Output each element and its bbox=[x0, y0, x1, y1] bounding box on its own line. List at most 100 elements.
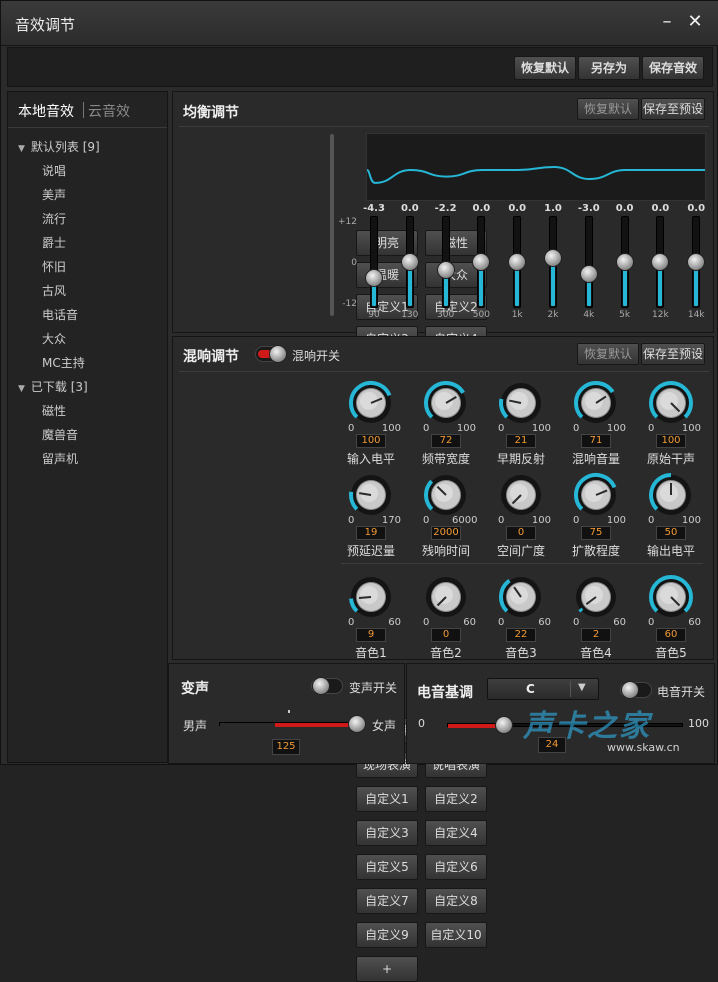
eq-band-value: 0.0 bbox=[687, 203, 706, 214]
knob-value[interactable]: 22 bbox=[506, 628, 536, 642]
reverb-knob[interactable] bbox=[648, 472, 694, 518]
reverb-knob[interactable] bbox=[648, 574, 694, 620]
reverb-toggle[interactable] bbox=[255, 345, 287, 363]
eq-band-fill bbox=[658, 266, 663, 306]
reverb-preset-button[interactable]: 自定义9 bbox=[356, 922, 418, 948]
knob-value[interactable]: 71 bbox=[581, 434, 611, 448]
sidebar-item[interactable]: 古风 bbox=[42, 282, 66, 299]
base-tone-title: 电音基调 bbox=[417, 685, 473, 701]
reverb-knob[interactable] bbox=[348, 380, 394, 426]
reverb-preset-button[interactable]: 自定义4 bbox=[425, 820, 487, 846]
sidebar-item[interactable]: 大众 bbox=[42, 330, 66, 347]
reverb-knob[interactable] bbox=[573, 472, 619, 518]
reverb-knob[interactable] bbox=[573, 380, 619, 426]
sidebar-item[interactable]: 留声机 bbox=[42, 450, 78, 467]
eq-band-fill bbox=[551, 262, 555, 306]
sidebar-item[interactable]: 电话音 bbox=[42, 306, 78, 323]
knob-value[interactable]: 100 bbox=[656, 434, 686, 448]
reverb-knob[interactable] bbox=[498, 574, 544, 620]
reverb-preset-button[interactable]: 自定义8 bbox=[425, 888, 487, 914]
sidebar-group-label: 默认列表 [9] bbox=[30, 140, 100, 154]
reverb-preset-button[interactable]: 自定义6 bbox=[425, 854, 487, 880]
knob-value[interactable]: 100 bbox=[356, 434, 386, 448]
base-tone-toggle[interactable] bbox=[620, 681, 652, 699]
knob-value[interactable]: 0 bbox=[431, 628, 461, 642]
knob-dial bbox=[499, 577, 541, 617]
knob-value[interactable]: 60 bbox=[656, 628, 686, 642]
eq-band-thumb[interactable] bbox=[400, 253, 419, 271]
reverb-knob[interactable] bbox=[573, 574, 619, 620]
voice-change-slider-thumb[interactable] bbox=[348, 715, 366, 733]
reverb-preset-button[interactable]: 自定义5 bbox=[356, 854, 418, 880]
reverb-preset-button[interactable]: 自定义2 bbox=[425, 786, 487, 812]
eq-band-thumb[interactable] bbox=[436, 261, 455, 280]
eq-band-frequency: 5k bbox=[619, 310, 631, 320]
reverb-preset-button[interactable]: 自定义3 bbox=[356, 820, 418, 846]
knob-min-label: 0 bbox=[498, 423, 505, 434]
voice-change-value[interactable]: 125 bbox=[272, 739, 300, 755]
knob-max-label: 6000 bbox=[452, 515, 478, 526]
reverb-knob[interactable] bbox=[498, 380, 544, 426]
knob-max-label: 100 bbox=[531, 423, 551, 434]
sidebar-item[interactable]: 美声 bbox=[42, 186, 66, 203]
reverb-knob[interactable] bbox=[423, 380, 469, 426]
knob-value[interactable]: 72 bbox=[431, 434, 461, 448]
eq-band-fill bbox=[443, 274, 448, 306]
eq-save-preset-button[interactable]: 保存至预设 bbox=[641, 98, 705, 120]
reset-default-button[interactable]: 恢复默认 bbox=[514, 56, 576, 80]
reverb-knob[interactable] bbox=[423, 574, 469, 620]
save-as-button[interactable]: 另存为 bbox=[578, 56, 640, 80]
tab-cloud-effects[interactable]: 云音效 bbox=[88, 101, 130, 121]
reverb-preset-button[interactable]: 自定义10 bbox=[425, 922, 487, 948]
male-voice-label: 男声 bbox=[183, 719, 208, 733]
reverb-preset-button[interactable]: + bbox=[356, 956, 418, 982]
knob-value[interactable]: 9 bbox=[356, 628, 386, 642]
minimize-icon[interactable]: – bbox=[657, 13, 677, 33]
sidebar-item[interactable]: 磁性 bbox=[42, 402, 66, 419]
eq-band-thumb[interactable] bbox=[615, 253, 634, 271]
tab-local-effects[interactable]: 本地音效 bbox=[18, 101, 74, 121]
chevron-down-icon[interactable]: ▼ bbox=[578, 682, 586, 693]
knob-value[interactable]: 2000 bbox=[431, 526, 461, 540]
eq-band-thumb[interactable] bbox=[579, 264, 598, 283]
knob-min-label: 0 bbox=[573, 423, 580, 434]
key-select[interactable]: C ▼ bbox=[487, 678, 599, 700]
sidebar-group-1[interactable]: ▼ 已下载 [3] bbox=[18, 378, 88, 395]
knob-label: 音色1 bbox=[355, 646, 387, 660]
knob-value[interactable]: 2 bbox=[581, 628, 611, 642]
eq-preset-scrollbar[interactable] bbox=[330, 134, 334, 316]
knob-label: 输出电平 bbox=[646, 544, 695, 558]
close-icon[interactable]: ✕ bbox=[685, 13, 705, 33]
reverb-preset-button[interactable]: 自定义7 bbox=[356, 888, 418, 914]
knob-value[interactable]: 21 bbox=[506, 434, 536, 448]
collapse-arrow-icon[interactable]: ▼ bbox=[18, 144, 25, 154]
reverb-save-preset-button[interactable]: 保存至预设 bbox=[641, 343, 705, 365]
sidebar-group-0[interactable]: ▼ 默认列表 [9] bbox=[18, 138, 100, 155]
sidebar-item[interactable]: 爵士 bbox=[42, 234, 66, 251]
reverb-knob[interactable] bbox=[648, 380, 694, 426]
reverb-preset-button[interactable]: 自定义1 bbox=[356, 786, 418, 812]
eq-reset-button[interactable]: 恢复默认 bbox=[577, 98, 639, 120]
reverb-reset-button[interactable]: 恢复默认 bbox=[577, 343, 639, 365]
eq-band-frequency: 14k bbox=[687, 310, 705, 320]
sidebar-item[interactable]: 魔兽音 bbox=[42, 426, 78, 443]
base-tone-slider-thumb[interactable] bbox=[494, 716, 513, 734]
reverb-knob[interactable] bbox=[498, 472, 544, 518]
knob-label: 音色4 bbox=[580, 646, 612, 660]
voice-change-toggle[interactable] bbox=[311, 677, 343, 695]
reverb-knob[interactable] bbox=[348, 472, 394, 518]
knob-value[interactable]: 0 bbox=[506, 526, 536, 540]
sidebar-item[interactable]: 怀旧 bbox=[42, 258, 66, 275]
sidebar-item[interactable]: MC主持 bbox=[42, 354, 85, 371]
knob-value[interactable]: 19 bbox=[356, 526, 386, 540]
knob-value[interactable]: 75 bbox=[581, 526, 611, 540]
sidebar-item[interactable]: 说唱 bbox=[42, 162, 66, 179]
knob-dial bbox=[576, 577, 616, 617]
reverb-knob[interactable] bbox=[423, 472, 469, 518]
sidebar-item[interactable]: 流行 bbox=[42, 210, 66, 227]
reverb-knob[interactable] bbox=[348, 574, 394, 620]
collapse-arrow-icon[interactable]: ▼ bbox=[18, 384, 25, 394]
voice-change-slider[interactable] bbox=[219, 722, 358, 727]
save-effect-button[interactable]: 保存音效 bbox=[642, 56, 704, 80]
knob-value[interactable]: 50 bbox=[656, 526, 686, 540]
